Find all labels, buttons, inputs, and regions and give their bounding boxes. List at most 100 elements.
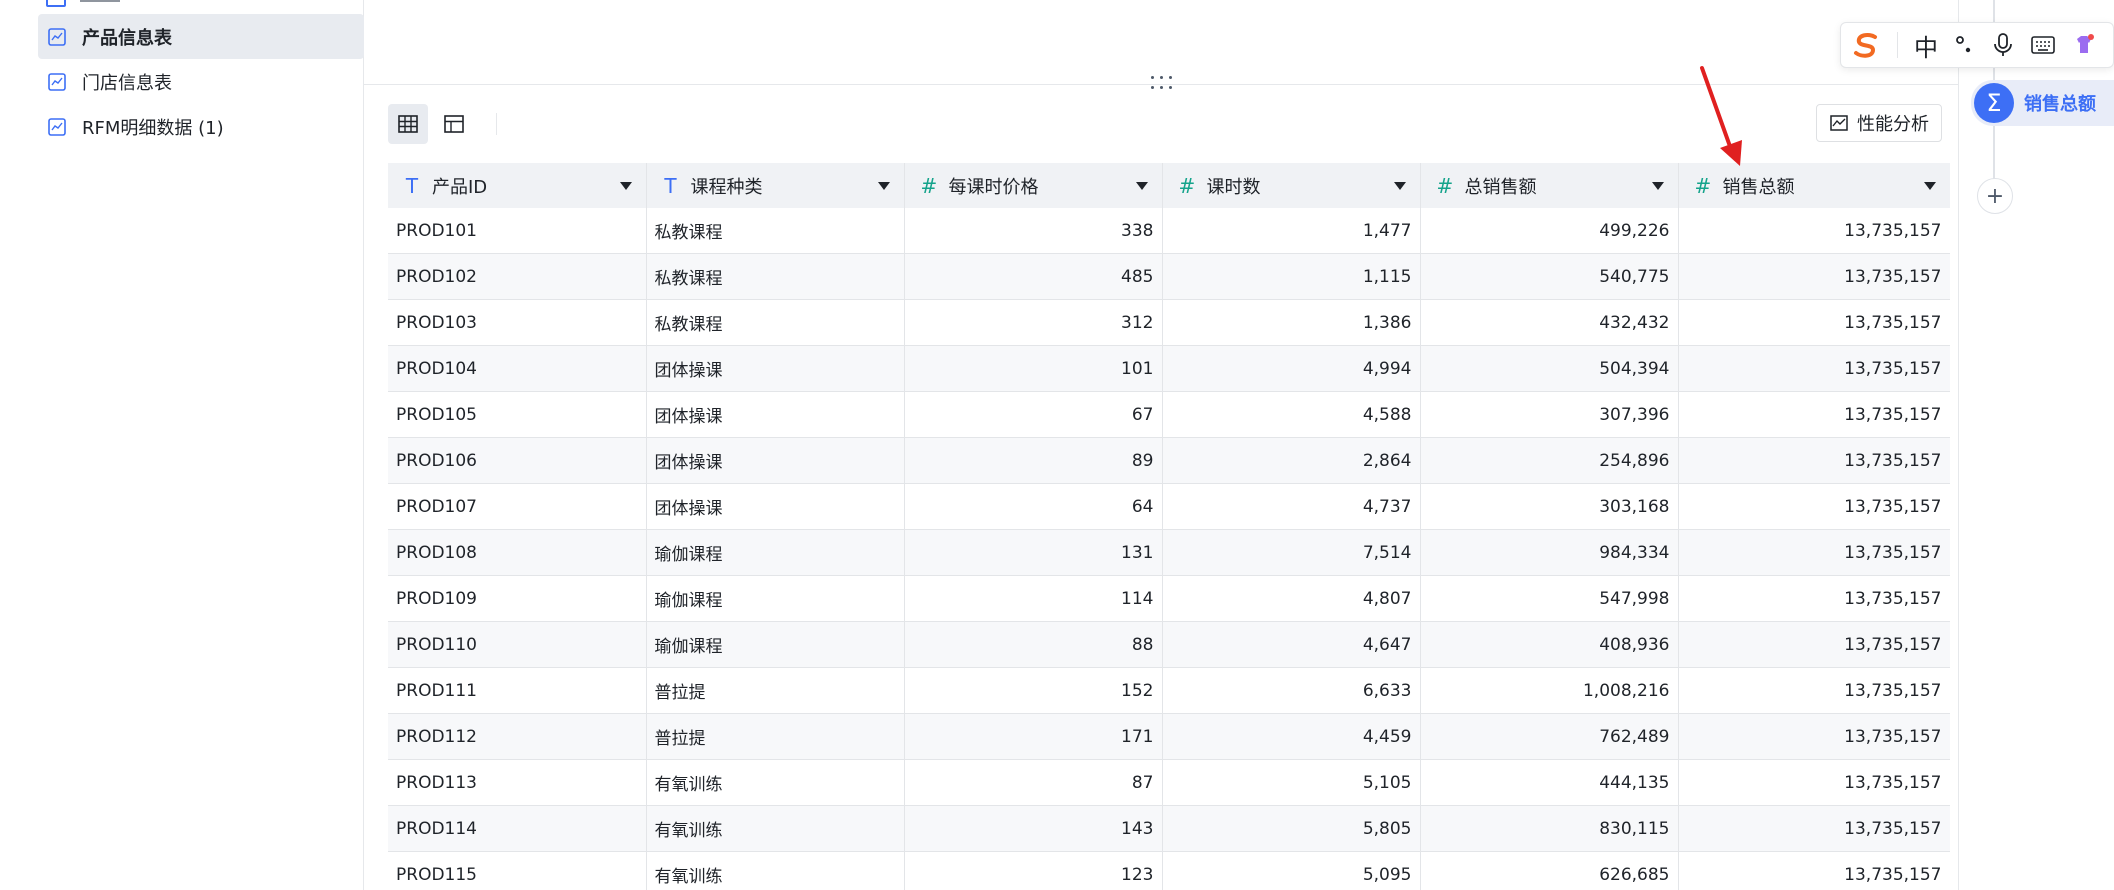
step-item-sales-sum[interactable]: Σ 销售总额 xyxy=(1971,80,2114,126)
cell-course-type[interactable]: 私教课程 xyxy=(646,253,905,300)
column-header-price-per-lesson[interactable]: # 每课时价格 xyxy=(904,163,1163,208)
cell-total-sales[interactable]: 762,489 xyxy=(1420,713,1679,760)
cell-total-sales[interactable]: 547,998 xyxy=(1420,575,1679,622)
cell-sales-sum[interactable]: 13,735,157 xyxy=(1678,253,1950,300)
sidebar-item-rfm-detail[interactable]: RFM明细数据 (1) xyxy=(38,104,364,149)
cell-total-sales[interactable]: 984,334 xyxy=(1420,529,1679,576)
cell-product-id[interactable]: PROD103 xyxy=(388,299,647,346)
ime-mode-toggle[interactable]: 中 xyxy=(1914,28,1938,63)
cell-product-id[interactable]: PROD113 xyxy=(388,759,647,806)
cell-product-id[interactable]: PROD105 xyxy=(388,391,647,438)
cell-price[interactable]: 152 xyxy=(904,667,1163,714)
cell-price[interactable]: 338 xyxy=(904,208,1163,254)
cell-total-sales[interactable]: 626,685 xyxy=(1420,851,1679,890)
cell-price[interactable]: 171 xyxy=(904,713,1163,760)
cell-total-sales[interactable]: 830,115 xyxy=(1420,805,1679,852)
table-row[interactable]: PROD114 有氧训练 143 5,805 830,115 13,735,157 xyxy=(388,805,1950,852)
table-row[interactable]: PROD113 有氧训练 87 5,105 444,135 13,735,157 xyxy=(388,759,1950,806)
cell-total-sales[interactable]: 408,936 xyxy=(1420,621,1679,668)
cell-product-id[interactable]: PROD111 xyxy=(388,667,647,714)
cell-course-type[interactable]: 私教课程 xyxy=(646,299,905,346)
cell-price[interactable]: 64 xyxy=(904,483,1163,530)
cell-price[interactable]: 312 xyxy=(904,299,1163,346)
cell-sales-sum[interactable]: 13,735,157 xyxy=(1678,759,1950,806)
cell-course-type[interactable]: 有氧训练 xyxy=(646,805,905,852)
cell-price[interactable]: 89 xyxy=(904,437,1163,484)
cell-lessons[interactable]: 6,633 xyxy=(1162,667,1421,714)
cell-price[interactable]: 123 xyxy=(904,851,1163,890)
cell-total-sales[interactable]: 504,394 xyxy=(1420,345,1679,392)
cell-course-type[interactable]: 瑜伽课程 xyxy=(646,621,905,668)
cell-total-sales[interactable]: 254,896 xyxy=(1420,437,1679,484)
cell-lessons[interactable]: 5,805 xyxy=(1162,805,1421,852)
punctuation-icon[interactable] xyxy=(1954,34,1976,56)
cell-sales-sum[interactable]: 13,735,157 xyxy=(1678,208,1950,254)
cell-product-id[interactable]: PROD104 xyxy=(388,345,647,392)
cell-sales-sum[interactable]: 13,735,157 xyxy=(1678,713,1950,760)
cell-sales-sum[interactable]: 13,735,157 xyxy=(1678,621,1950,668)
cell-lessons[interactable]: 7,514 xyxy=(1162,529,1421,576)
sidebar-item-product-info[interactable]: 产品信息表 xyxy=(38,14,364,59)
cell-product-id[interactable]: PROD101 xyxy=(388,208,647,254)
column-menu-caret-icon[interactable] xyxy=(619,182,632,190)
cell-lessons[interactable]: 5,105 xyxy=(1162,759,1421,806)
cell-lessons[interactable]: 1,477 xyxy=(1162,208,1421,254)
table-row[interactable]: PROD110 瑜伽课程 88 4,647 408,936 13,735,157 xyxy=(388,621,1950,668)
cell-course-type[interactable]: 瑜伽课程 xyxy=(646,529,905,576)
cell-lessons[interactable]: 4,588 xyxy=(1162,391,1421,438)
cell-lessons[interactable]: 4,737 xyxy=(1162,483,1421,530)
performance-analysis-button[interactable]: 性能分析 xyxy=(1816,104,1942,142)
cell-product-id[interactable]: PROD106 xyxy=(388,437,647,484)
table-row[interactable]: PROD105 团体操课 67 4,588 307,396 13,735,157 xyxy=(388,391,1950,438)
cell-course-type[interactable]: 团体操课 xyxy=(646,345,905,392)
cell-sales-sum[interactable]: 13,735,157 xyxy=(1678,851,1950,890)
cell-course-type[interactable]: 团体操课 xyxy=(646,391,905,438)
column-menu-caret-icon[interactable] xyxy=(1135,182,1148,190)
table-row[interactable]: PROD106 团体操课 89 2,864 254,896 13,735,157 xyxy=(388,437,1950,484)
cell-course-type[interactable]: 瑜伽课程 xyxy=(646,575,905,622)
cell-total-sales[interactable]: 303,168 xyxy=(1420,483,1679,530)
cell-product-id[interactable]: PROD115 xyxy=(388,851,647,890)
cell-price[interactable]: 114 xyxy=(904,575,1163,622)
cell-lessons[interactable]: 4,647 xyxy=(1162,621,1421,668)
cell-price[interactable]: 87 xyxy=(904,759,1163,806)
table-row[interactable]: PROD102 私教课程 485 1,115 540,775 13,735,157 xyxy=(388,253,1950,300)
cell-price[interactable]: 131 xyxy=(904,529,1163,576)
cell-course-type[interactable]: 普拉提 xyxy=(646,667,905,714)
cell-total-sales[interactable]: 499,226 xyxy=(1420,208,1679,254)
cell-sales-sum[interactable]: 13,735,157 xyxy=(1678,483,1950,530)
cell-course-type[interactable]: 团体操课 xyxy=(646,483,905,530)
cell-sales-sum[interactable]: 13,735,157 xyxy=(1678,391,1950,438)
cell-course-type[interactable]: 团体操课 xyxy=(646,437,905,484)
sidebar-item-store-info[interactable]: 门店信息表 xyxy=(38,59,364,104)
cell-lessons[interactable]: 4,807 xyxy=(1162,575,1421,622)
cell-lessons[interactable]: 1,115 xyxy=(1162,253,1421,300)
cell-price[interactable]: 485 xyxy=(904,253,1163,300)
cell-total-sales[interactable]: 1,008,216 xyxy=(1420,667,1679,714)
column-menu-caret-icon[interactable] xyxy=(1651,182,1664,190)
cell-course-type[interactable]: 有氧训练 xyxy=(646,851,905,890)
cell-course-type[interactable]: 私教课程 xyxy=(646,208,905,254)
sogou-logo-icon[interactable] xyxy=(1851,30,1881,60)
cell-sales-sum[interactable]: 13,735,157 xyxy=(1678,299,1950,346)
table-row[interactable]: PROD108 瑜伽课程 131 7,514 984,334 13,735,157 xyxy=(388,529,1950,576)
cell-lessons[interactable]: 5,095 xyxy=(1162,851,1421,890)
table-row[interactable]: PROD103 私教课程 312 1,386 432,432 13,735,157 xyxy=(388,299,1950,346)
cell-price[interactable]: 88 xyxy=(904,621,1163,668)
table-row[interactable]: PROD111 普拉提 152 6,633 1,008,216 13,735,157 xyxy=(388,667,1950,714)
cell-product-id[interactable]: PROD108 xyxy=(388,529,647,576)
cell-lessons[interactable]: 4,994 xyxy=(1162,345,1421,392)
grid-view-button[interactable] xyxy=(388,104,428,144)
cell-product-id[interactable]: PROD114 xyxy=(388,805,647,852)
keyboard-icon[interactable] xyxy=(2030,34,2056,56)
cell-total-sales[interactable]: 444,135 xyxy=(1420,759,1679,806)
column-header-product-id[interactable]: T 产品ID xyxy=(388,163,647,208)
table-row[interactable]: PROD109 瑜伽课程 114 4,807 547,998 13,735,157 xyxy=(388,575,1950,622)
table-row[interactable]: PROD101 私教课程 338 1,477 499,226 13,735,157 xyxy=(388,208,1950,254)
cell-product-id[interactable]: PROD112 xyxy=(388,713,647,760)
cell-course-type[interactable]: 普拉提 xyxy=(646,713,905,760)
cell-sales-sum[interactable]: 13,735,157 xyxy=(1678,437,1950,484)
add-step-button[interactable]: + xyxy=(1977,178,2013,214)
layout-view-button[interactable] xyxy=(434,104,474,144)
column-header-lesson-count[interactable]: # 课时数 xyxy=(1162,163,1421,208)
